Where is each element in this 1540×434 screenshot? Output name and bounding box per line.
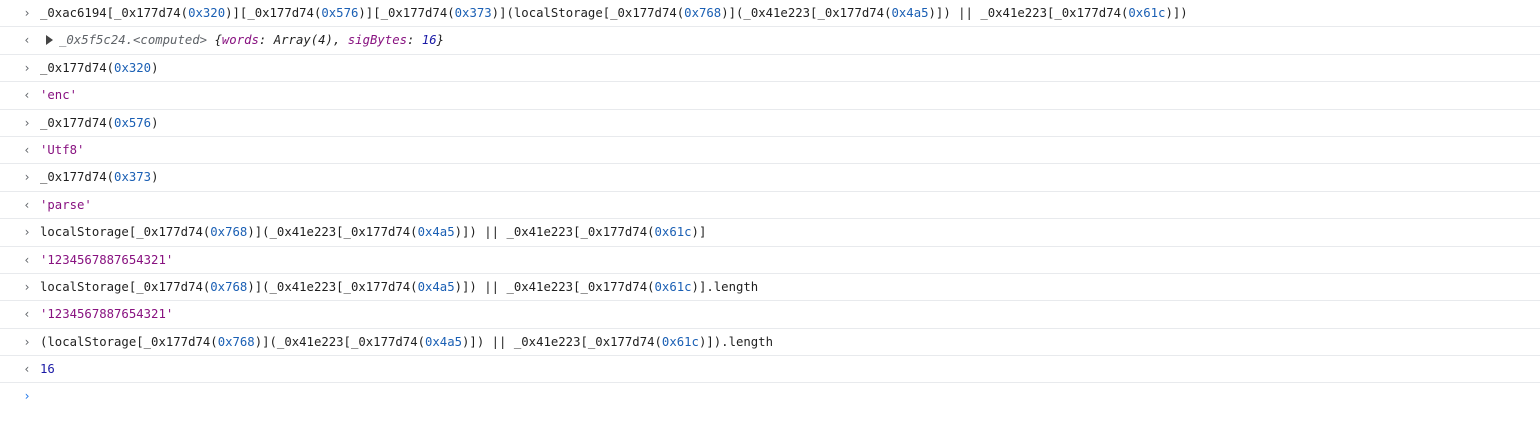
input-chevron-icon: › bbox=[23, 115, 31, 130]
code-text: _0xac6194[_0x177d74( bbox=[40, 6, 189, 20]
console-input-entry[interactable]: › localStorage[_0x177d74(0x768)](_0x41e22… bbox=[0, 219, 1540, 247]
output-chevron-icon: ‹ bbox=[23, 362, 31, 377]
output-chevron-icon: ‹ bbox=[23, 33, 31, 48]
code-text: localStorage[_0x177d74( bbox=[40, 225, 211, 240]
hex-literal: 0x768 bbox=[210, 279, 248, 294]
object-prop-comma: , bbox=[332, 33, 348, 48]
console-output-entry[interactable]: ‹ 'Utf8' bbox=[0, 137, 1540, 165]
object-prop-key: sigBytes bbox=[347, 33, 408, 48]
console-output-entry[interactable]: ‹ 'parse' bbox=[0, 192, 1540, 220]
hex-literal: 0x320 bbox=[114, 60, 152, 75]
object-prop-value: Array(4) bbox=[273, 33, 333, 48]
code-text: ) bbox=[151, 115, 159, 130]
code-text: localStorage[_0x177d74( bbox=[40, 279, 211, 294]
console-panel: › _0xac6194[_0x177d74(0x320)][_0x177d74(0… bbox=[0, 0, 1540, 434]
string-result: 'enc' bbox=[40, 88, 78, 103]
hex-literal: 0x768 bbox=[217, 334, 255, 349]
prompt-chevron-icon: › bbox=[23, 389, 31, 404]
input-chevron-icon: › bbox=[23, 170, 31, 185]
hex-literal: 0x576 bbox=[114, 115, 152, 130]
input-chevron-icon: › bbox=[23, 279, 31, 294]
code-text: ) bbox=[151, 60, 159, 75]
string-result: 'parse' bbox=[40, 197, 92, 212]
console-output-entry[interactable]: ‹ '1234567887654321' bbox=[0, 301, 1540, 329]
console-output-entry[interactable]: ‹ 'enc' bbox=[0, 82, 1540, 110]
code-text: )].length bbox=[691, 279, 759, 294]
code-text: )]) || _0x41e223[_0x177d74( bbox=[462, 334, 662, 349]
code-text: )](_0x41e223[_0x177d74( bbox=[247, 279, 418, 294]
input-chevron-icon: › bbox=[23, 225, 31, 240]
code-text: )]) || _0x41e223[_0x177d74( bbox=[454, 225, 655, 240]
code-text: )] bbox=[691, 225, 707, 240]
string-result: 'Utf8' bbox=[40, 142, 85, 157]
code-text: ) bbox=[151, 170, 159, 185]
code-text: _0x177d74( bbox=[40, 60, 115, 75]
code-text: _0x177d74( bbox=[40, 170, 115, 185]
object-class-name: _0x5f5c24.<computed> bbox=[59, 33, 208, 48]
input-chevron-icon: › bbox=[23, 6, 31, 20]
code-text: )]) bbox=[1165, 6, 1188, 20]
console-output-entry[interactable]: ‹ _0x5f5c24.<computed> {words: Array(4), … bbox=[0, 27, 1540, 55]
code-text: )][_0x177d74( bbox=[225, 6, 322, 20]
object-prop-separator: : bbox=[258, 33, 274, 48]
console-input-entry[interactable]: › _0x177d74(0x373) bbox=[0, 164, 1540, 192]
code-text: )]).length bbox=[698, 334, 773, 349]
code-text: )][_0x177d74( bbox=[358, 6, 455, 20]
object-prop-separator: : bbox=[407, 33, 422, 48]
code-text: )](_0x41e223[_0x177d74( bbox=[721, 6, 892, 20]
console-input-entry[interactable]: › _0xac6194[_0x177d74(0x320)][_0x177d74(0… bbox=[0, 0, 1540, 28]
hex-literal: 0x4a5 bbox=[425, 334, 463, 349]
hex-literal: 0x576 bbox=[321, 6, 359, 20]
expand-triangle-icon[interactable] bbox=[46, 35, 53, 46]
input-chevron-icon: › bbox=[23, 60, 31, 75]
code-text: )](_0x41e223[_0x177d74( bbox=[254, 334, 425, 349]
hex-literal: 0x4a5 bbox=[417, 279, 455, 294]
output-chevron-icon: ‹ bbox=[23, 88, 31, 103]
string-result: '1234567887654321' bbox=[40, 252, 174, 267]
console-input-entry[interactable]: › (localStorage[_0x177d74(0x768)](_0x41e2… bbox=[0, 329, 1540, 357]
code-text: )]) || _0x41e223[_0x177d74( bbox=[454, 279, 655, 294]
hex-literal: 0x4a5 bbox=[417, 225, 455, 240]
output-chevron-icon: ‹ bbox=[23, 252, 31, 267]
object-prop-value: 16 bbox=[421, 33, 437, 48]
console-prompt[interactable]: › bbox=[0, 383, 1540, 423]
hex-literal: 0x61c bbox=[654, 279, 692, 294]
code-text: )]) || _0x41e223[_0x177d74( bbox=[928, 6, 1129, 20]
console-input-entry[interactable]: › _0x177d74(0x576) bbox=[0, 110, 1540, 137]
number-result: 16 bbox=[40, 362, 55, 377]
hex-literal: 0x768 bbox=[684, 6, 722, 20]
code-text: _0x177d74( bbox=[40, 115, 115, 130]
input-chevron-icon: › bbox=[23, 334, 31, 349]
console-output-entry[interactable]: ‹ 16 bbox=[0, 356, 1540, 384]
code-text: (localStorage[_0x177d74( bbox=[40, 334, 218, 349]
output-chevron-icon: ‹ bbox=[23, 142, 31, 157]
object-prop-key: words bbox=[221, 33, 259, 48]
hex-literal: 0x320 bbox=[188, 6, 226, 20]
hex-literal: 0x373 bbox=[114, 170, 152, 185]
hex-literal: 0x61c bbox=[661, 334, 699, 349]
object-preview-close: } bbox=[436, 33, 445, 48]
code-text: )](localStorage[_0x177d74( bbox=[491, 6, 685, 20]
output-chevron-icon: ‹ bbox=[23, 307, 31, 322]
hex-literal: 0x4a5 bbox=[891, 6, 929, 20]
console-output-entry[interactable]: ‹ '1234567887654321' bbox=[0, 247, 1540, 274]
hex-literal: 0x61c bbox=[1128, 6, 1166, 20]
console-input-entry[interactable]: › _0x177d74(0x320) bbox=[0, 55, 1540, 83]
code-text: )](_0x41e223[_0x177d74( bbox=[247, 225, 418, 240]
object-preview-open: { bbox=[207, 33, 222, 48]
hex-literal: 0x768 bbox=[210, 225, 248, 240]
hex-literal: 0x373 bbox=[454, 6, 492, 20]
hex-literal: 0x61c bbox=[654, 225, 692, 240]
string-result: '1234567887654321' bbox=[40, 307, 174, 322]
console-input-entry[interactable]: › localStorage[_0x177d74(0x768)](_0x41e22… bbox=[0, 274, 1540, 302]
output-chevron-icon: ‹ bbox=[23, 197, 31, 212]
